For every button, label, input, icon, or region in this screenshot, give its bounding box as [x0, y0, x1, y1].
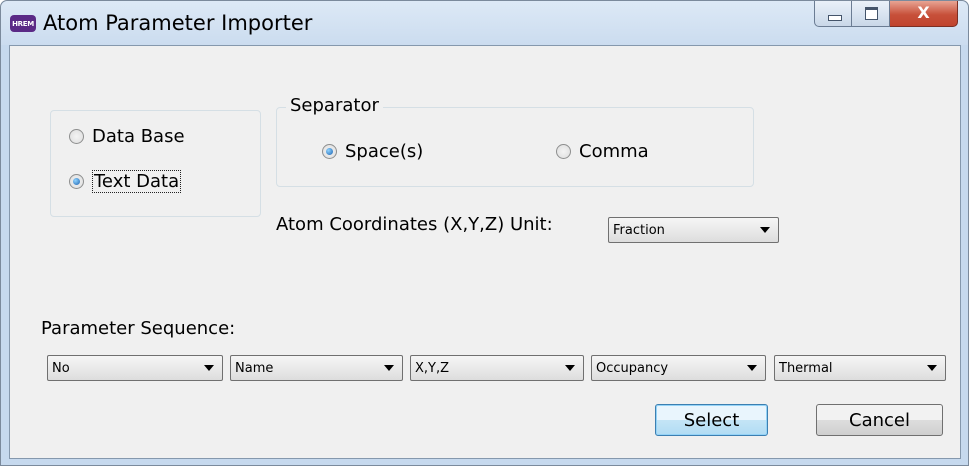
coordinates-unit-select[interactable]: Fraction: [608, 217, 779, 243]
app-icon: HREM: [10, 15, 36, 32]
separator-group-caption: Separator: [286, 95, 383, 116]
chevron-down-icon: [384, 365, 394, 371]
window-title: Atom Parameter Importer: [43, 11, 313, 35]
sequence-select-4[interactable]: Occupancy: [591, 355, 766, 381]
select-button[interactable]: Select: [655, 404, 768, 436]
sequence-select-5[interactable]: Thermal: [774, 355, 946, 381]
radio-text-data-indicator[interactable]: [69, 174, 84, 189]
radio-comma-label: Comma: [579, 141, 649, 162]
sequence-select-2-value: Name: [235, 360, 274, 376]
radio-data-base[interactable]: Data Base: [69, 126, 185, 147]
parameter-sequence-label: Parameter Sequence:: [41, 318, 236, 339]
radio-text-data[interactable]: Text Data: [69, 170, 182, 193]
close-button[interactable]: X: [890, 1, 958, 27]
radio-data-base-label: Data Base: [92, 126, 185, 147]
radio-data-base-indicator[interactable]: [69, 129, 84, 144]
coordinates-unit-label: Atom Coordinates (X,Y,Z) Unit:: [276, 214, 553, 235]
sequence-select-2[interactable]: Name: [230, 355, 403, 381]
radio-text-data-label: Text Data: [92, 170, 182, 193]
sequence-select-5-value: Thermal: [779, 360, 833, 376]
radio-comma-indicator[interactable]: [556, 144, 571, 159]
sequence-select-1[interactable]: No: [47, 355, 223, 381]
sequence-select-4-value: Occupancy: [596, 360, 669, 376]
dialog-client-area: Data Base Text Data Separator Space(s) C…: [9, 45, 961, 459]
radio-comma[interactable]: Comma: [556, 141, 649, 162]
radio-spaces[interactable]: Space(s): [322, 141, 423, 162]
radio-spaces-indicator[interactable]: [322, 144, 337, 159]
close-icon: X: [917, 3, 930, 22]
chevron-down-icon: [204, 365, 214, 371]
sequence-select-1-value: No: [52, 360, 70, 376]
maximize-button[interactable]: [852, 1, 890, 27]
sequence-select-3-value: X,Y,Z: [415, 360, 450, 376]
chevron-down-icon: [760, 227, 770, 233]
minimize-button[interactable]: [814, 1, 852, 27]
chevron-down-icon: [747, 365, 757, 371]
chevron-down-icon: [927, 365, 937, 371]
caption-buttons: X: [814, 1, 958, 29]
radio-spaces-label: Space(s): [345, 141, 424, 162]
chevron-down-icon: [565, 365, 575, 371]
dialog-window: HREM Atom Parameter Importer X Data Base…: [0, 0, 969, 466]
title-bar[interactable]: HREM Atom Parameter Importer X: [1, 1, 968, 45]
sequence-select-3[interactable]: X,Y,Z: [410, 355, 584, 381]
coordinates-unit-value: Fraction: [613, 222, 665, 238]
cancel-button[interactable]: Cancel: [816, 404, 943, 436]
